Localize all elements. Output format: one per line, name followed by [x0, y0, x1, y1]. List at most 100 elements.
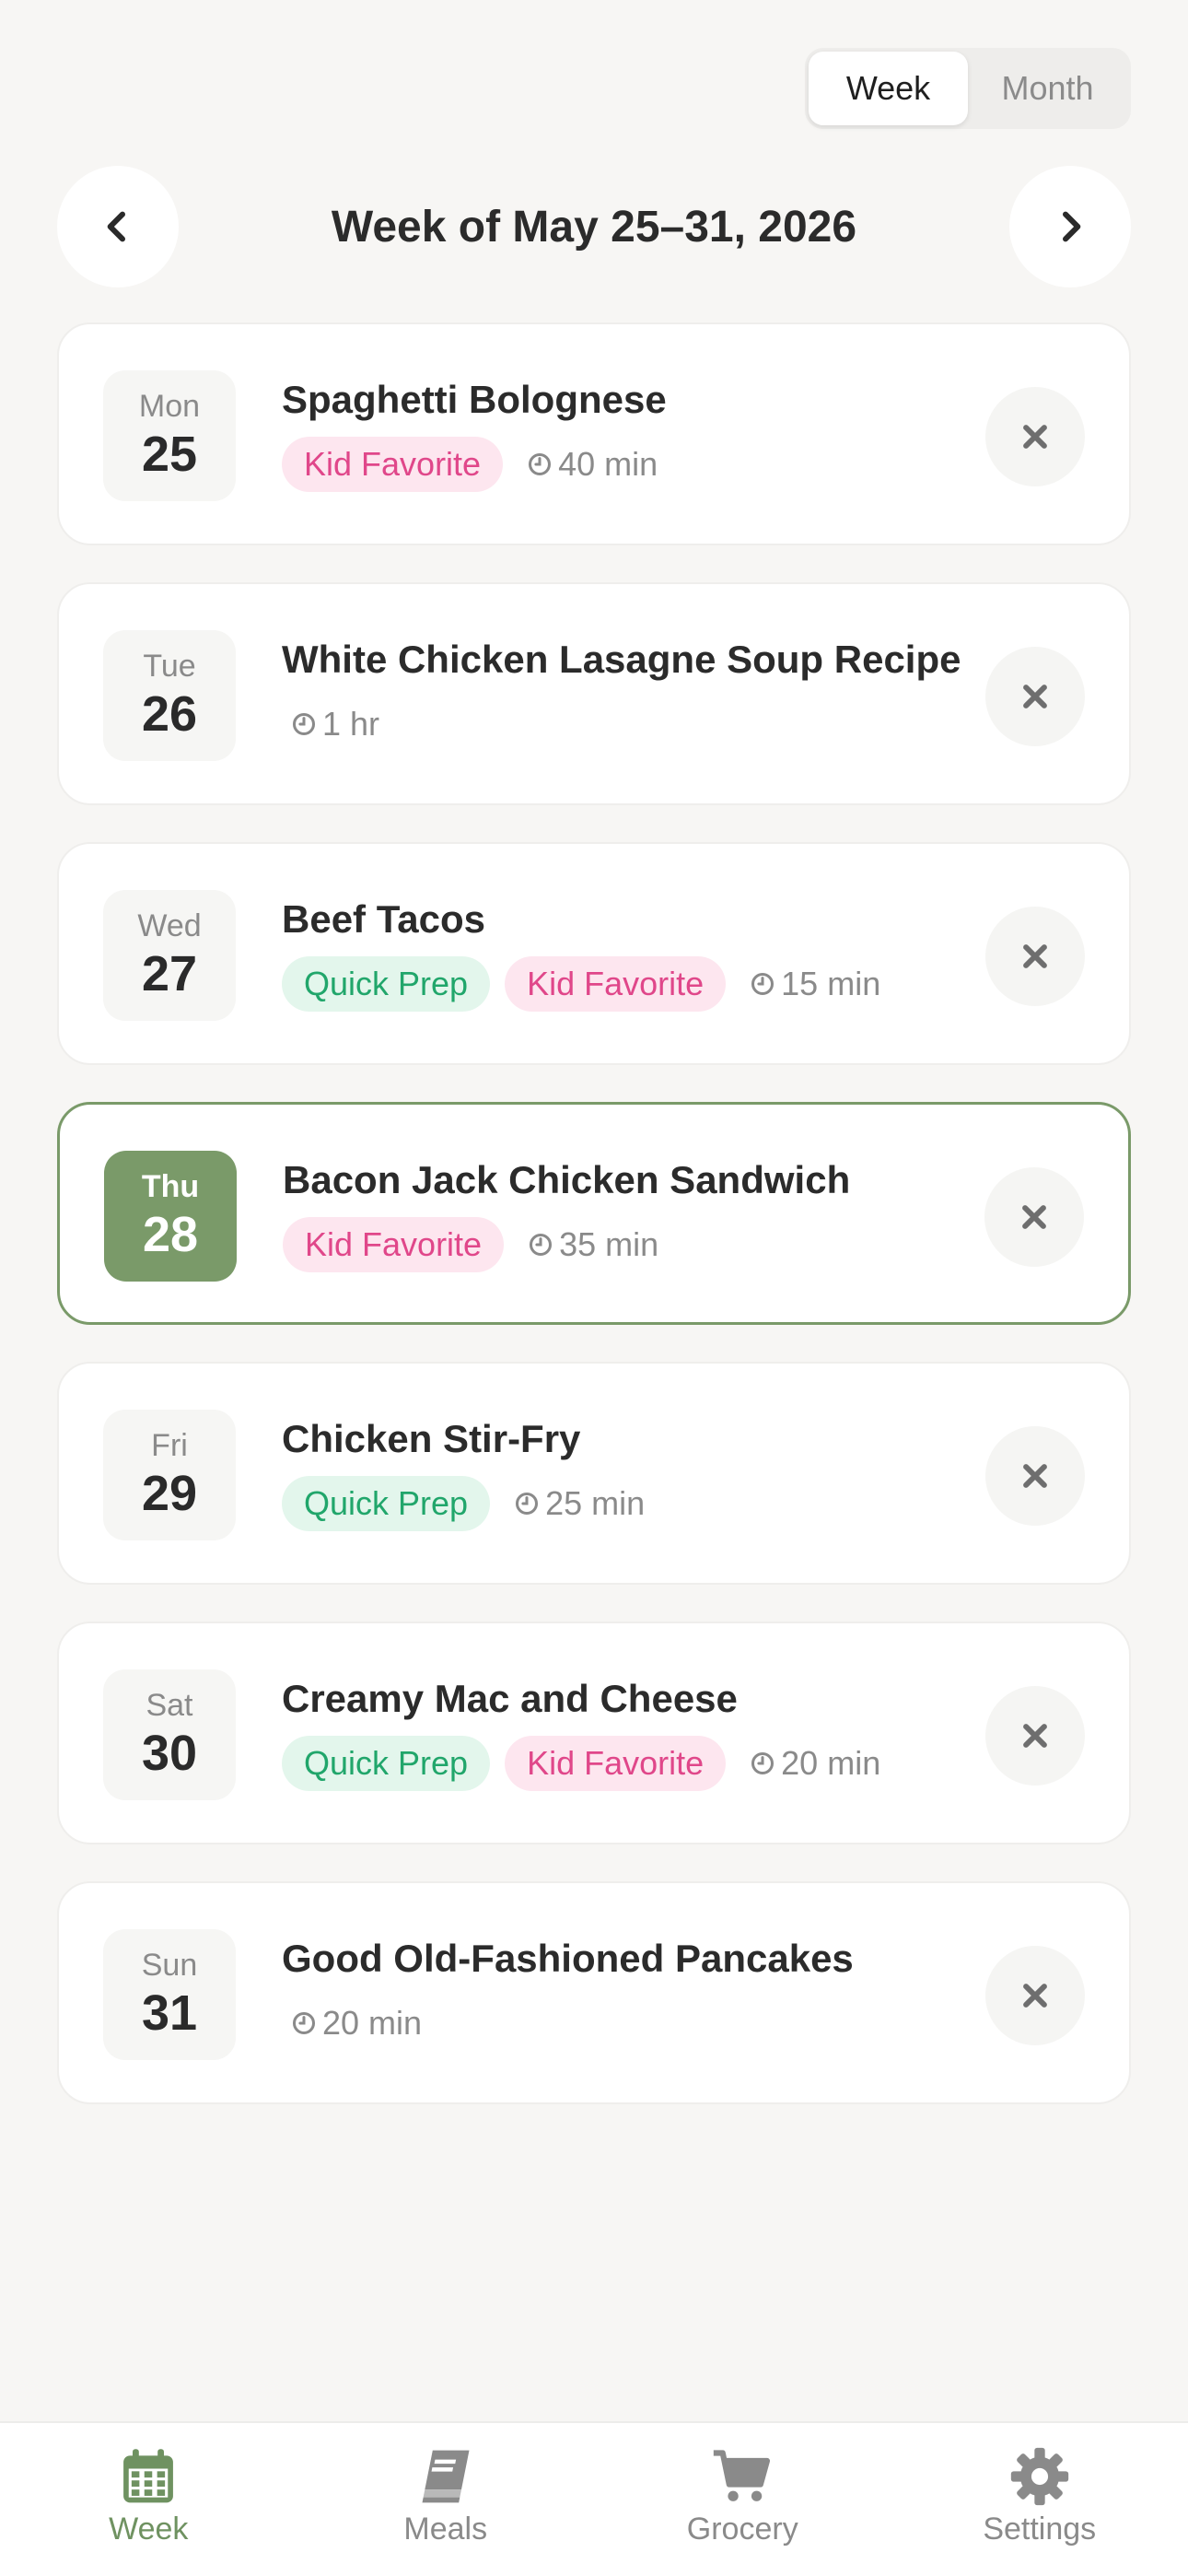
prep-time-text: 35 min — [559, 1225, 659, 1263]
gear-icon — [1010, 2447, 1068, 2506]
kid-favorite-tag: Kid Favorite — [505, 956, 727, 1012]
meal-info: White Chicken Lasagne Soup Recipe 1 hr — [282, 636, 961, 752]
day-badge: Mon 25 — [103, 370, 236, 501]
meal-title[interactable]: Creamy Mac and Cheese — [282, 1675, 945, 1723]
tab-meals[interactable]: Meals — [335, 2423, 556, 2547]
meal-meta: Quick Prep Kid Favorite 20 min — [282, 1736, 945, 1791]
meal-card[interactable]: Thu 28 Bacon Jack Chicken Sandwich Kid F… — [57, 1102, 1131, 1325]
book-icon — [422, 2450, 470, 2503]
meal-info: Good Old-Fashioned Pancakes 20 min — [282, 1935, 945, 2051]
meal-title[interactable]: Spaghetti Bolognese — [282, 376, 945, 424]
day-badge: Sat 30 — [103, 1669, 236, 1800]
close-icon — [1022, 1205, 1046, 1229]
bottom-tab-bar: Week Meals Grocery Settings — [0, 2421, 1188, 2576]
meal-info: Chicken Stir-Fry Quick Prep 25 min — [282, 1415, 945, 1531]
tab-grocery[interactable]: Grocery — [632, 2423, 853, 2547]
day-number: 31 — [141, 1985, 198, 2041]
tab-grocery-label: Grocery — [686, 2512, 798, 2547]
tab-settings[interactable]: Settings — [929, 2423, 1150, 2547]
kid-favorite-tag: Kid Favorite — [505, 1736, 727, 1791]
day-number: 28 — [142, 1207, 199, 1262]
close-icon — [1023, 944, 1047, 968]
close-icon — [1023, 1464, 1047, 1488]
day-badge: Thu 28 — [104, 1151, 237, 1282]
prep-time: 40 min — [527, 445, 658, 484]
meal-title[interactable]: Bacon Jack Chicken Sandwich — [283, 1156, 944, 1204]
month-view-button[interactable]: Month — [968, 52, 1127, 125]
meal-card[interactable]: Tue 26 White Chicken Lasagne Soup Recipe… — [57, 582, 1131, 805]
week-view-button[interactable]: Week — [809, 52, 968, 125]
view-toggle: Week Month — [805, 48, 1131, 129]
clock-icon — [751, 972, 775, 996]
meal-card[interactable]: Wed 27 Beef Tacos Quick Prep Kid Favorite… — [57, 842, 1131, 1065]
meal-card[interactable]: Mon 25 Spaghetti Bolognese Kid Favorite … — [57, 322, 1131, 545]
previous-week-button[interactable] — [57, 166, 179, 287]
meal-list: Mon 25 Spaghetti Bolognese Kid Favorite … — [57, 322, 1131, 2141]
prep-time-text: 1 hr — [322, 705, 380, 743]
prep-time: 1 hr — [291, 705, 379, 744]
prep-time-text: 25 min — [545, 1484, 646, 1522]
meal-info: Bacon Jack Chicken Sandwich Kid Favorite… — [283, 1156, 944, 1272]
remove-meal-button[interactable] — [985, 1946, 1085, 2045]
clock-icon — [530, 1233, 553, 1257]
meal-meta: Quick Prep Kid Favorite 15 min — [282, 956, 945, 1012]
prep-time: 20 min — [291, 2004, 422, 2043]
remove-meal-button[interactable] — [985, 1686, 1085, 1786]
next-week-button[interactable] — [1008, 166, 1131, 287]
meal-title[interactable]: Beef Tacos — [282, 896, 945, 943]
remove-meal-button[interactable] — [984, 1167, 1084, 1267]
meal-meta: 1 hr — [282, 697, 945, 752]
tab-week[interactable]: Week — [38, 2423, 259, 2547]
day-number: 30 — [141, 1726, 198, 1781]
close-icon — [1023, 1984, 1047, 2008]
meal-meta: Quick Prep 25 min — [282, 1476, 945, 1531]
quick-prep-tag: Quick Prep — [282, 1476, 491, 1531]
day-name: Fri — [151, 1428, 188, 1463]
tab-meals-label: Meals — [403, 2512, 488, 2547]
meal-meta: 20 min — [282, 1996, 945, 2051]
meal-title[interactable]: White Chicken Lasagne Soup Recipe — [282, 636, 961, 684]
day-number: 25 — [141, 427, 198, 482]
meal-title[interactable]: Good Old-Fashioned Pancakes — [282, 1935, 945, 1983]
meal-card[interactable]: Fri 29 Chicken Stir-Fry Quick Prep 25 mi… — [57, 1362, 1131, 1585]
meal-card[interactable]: Sun 31 Good Old-Fashioned Pancakes 20 mi… — [57, 1881, 1131, 2104]
calendar-icon — [123, 2449, 174, 2503]
day-number: 27 — [141, 946, 198, 1001]
day-badge: Sun 31 — [103, 1929, 236, 2060]
meal-card[interactable]: Sat 30 Creamy Mac and Cheese Quick Prep K… — [57, 1622, 1131, 1844]
prep-time: 25 min — [514, 1484, 645, 1523]
remove-meal-button[interactable] — [985, 387, 1085, 486]
day-name: Mon — [138, 389, 201, 424]
quick-prep-tag: Quick Prep — [282, 1736, 491, 1791]
prep-time: 15 min — [750, 965, 880, 1003]
day-name: Tue — [143, 649, 196, 684]
prep-time: 35 min — [528, 1225, 658, 1264]
day-badge: Wed 27 — [103, 890, 236, 1021]
clock-icon — [516, 1492, 539, 1516]
app-screen: Week Month Week of May 25–31, 2026 Mon 2… — [0, 0, 1188, 2576]
week-title: Week of May 25–31, 2026 — [331, 202, 857, 252]
day-name: Sat — [146, 1688, 193, 1723]
meal-meta: Kid Favorite 40 min — [282, 437, 945, 492]
quick-prep-tag: Quick Prep — [282, 956, 491, 1012]
prep-time-text: 20 min — [781, 1744, 881, 1782]
remove-meal-button[interactable] — [985, 907, 1085, 1006]
remove-meal-button[interactable] — [985, 1426, 1085, 1526]
prep-time-text: 40 min — [558, 445, 658, 483]
chevron-right-icon — [1062, 211, 1081, 242]
clock-icon — [751, 1751, 775, 1775]
day-name: Wed — [137, 908, 202, 943]
day-number: 29 — [141, 1466, 198, 1521]
meal-title[interactable]: Chicken Stir-Fry — [282, 1415, 945, 1463]
clock-icon — [529, 452, 552, 476]
close-icon — [1023, 425, 1047, 449]
tab-week-label: Week — [109, 2512, 189, 2547]
day-number: 26 — [141, 686, 198, 742]
day-name: Sun — [141, 1948, 198, 1983]
meal-info: Beef Tacos Quick Prep Kid Favorite 15 min — [282, 896, 945, 1012]
meal-info: Creamy Mac and Cheese Quick Prep Kid Favo… — [282, 1675, 945, 1791]
week-navigation: Week of May 25–31, 2026 — [57, 166, 1131, 287]
remove-meal-button[interactable] — [985, 647, 1085, 746]
chevron-left-icon — [107, 211, 125, 242]
clock-icon — [292, 2011, 316, 2035]
